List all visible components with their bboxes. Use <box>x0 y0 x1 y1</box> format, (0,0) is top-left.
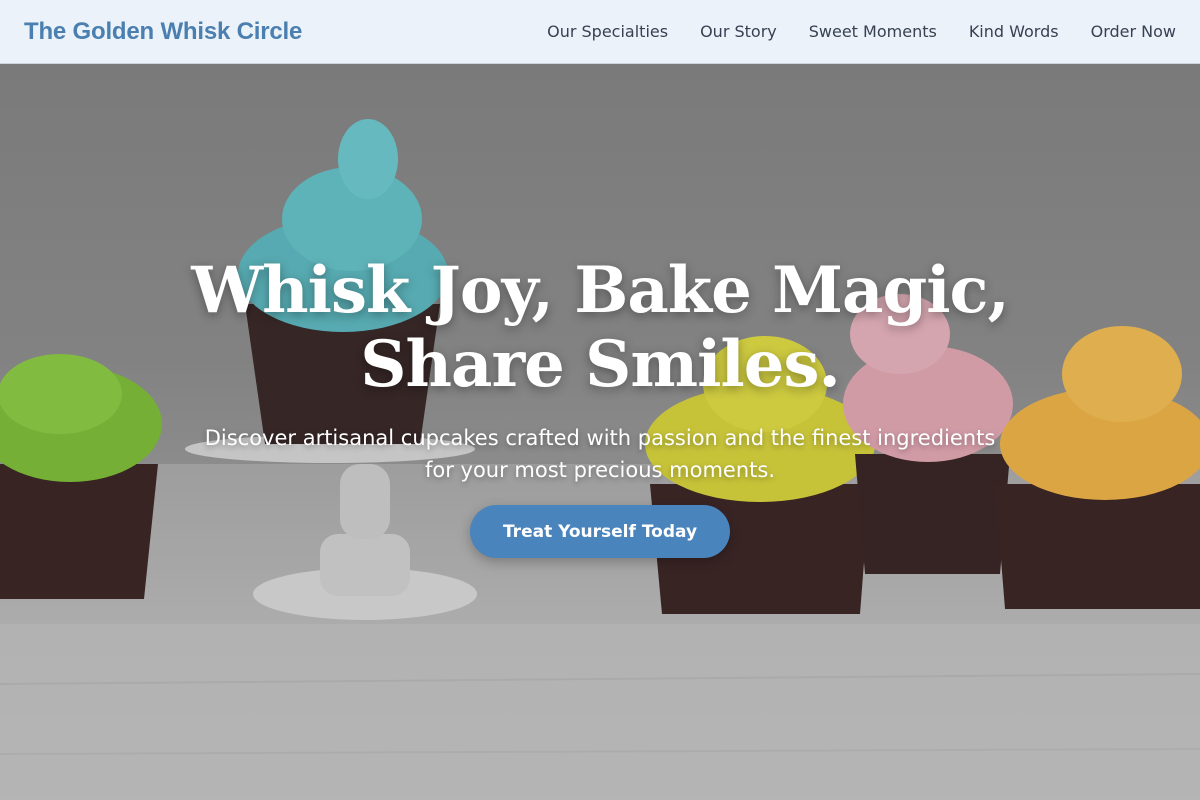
nav-link-kind-words[interactable]: Kind Words <box>969 22 1059 41</box>
hero-content: Whisk Joy, Bake Magic, Share Smiles. Dis… <box>0 64 1200 800</box>
top-navbar: The Golden Whisk Circle Our Specialties … <box>0 0 1200 64</box>
nav-link-our-story[interactable]: Our Story <box>700 22 777 41</box>
main-nav: Our Specialties Our Story Sweet Moments … <box>515 22 1176 41</box>
nav-link-our-specialties[interactable]: Our Specialties <box>547 22 668 41</box>
hero-subtitle-line-1: Discover artisanal cupcakes crafted with… <box>204 426 996 450</box>
hero-title: Whisk Joy, Bake Magic, Share Smiles. <box>100 254 1100 402</box>
brand-logo-link[interactable]: The Golden Whisk Circle <box>24 18 302 46</box>
nav-link-sweet-moments[interactable]: Sweet Moments <box>809 22 937 41</box>
hero-title-line-1: Whisk Joy, Bake Magic, <box>191 253 1009 328</box>
hero-title-line-2: Share Smiles. <box>360 327 841 402</box>
hero-subtitle-line-2: for your most precious moments. <box>424 458 776 482</box>
hero-subtitle: Discover artisanal cupcakes crafted with… <box>170 422 1030 486</box>
hero-section: Whisk Joy, Bake Magic, Share Smiles. Dis… <box>0 64 1200 800</box>
treat-yourself-button[interactable]: Treat Yourself Today <box>470 505 730 558</box>
nav-link-order-now[interactable]: Order Now <box>1091 22 1176 41</box>
